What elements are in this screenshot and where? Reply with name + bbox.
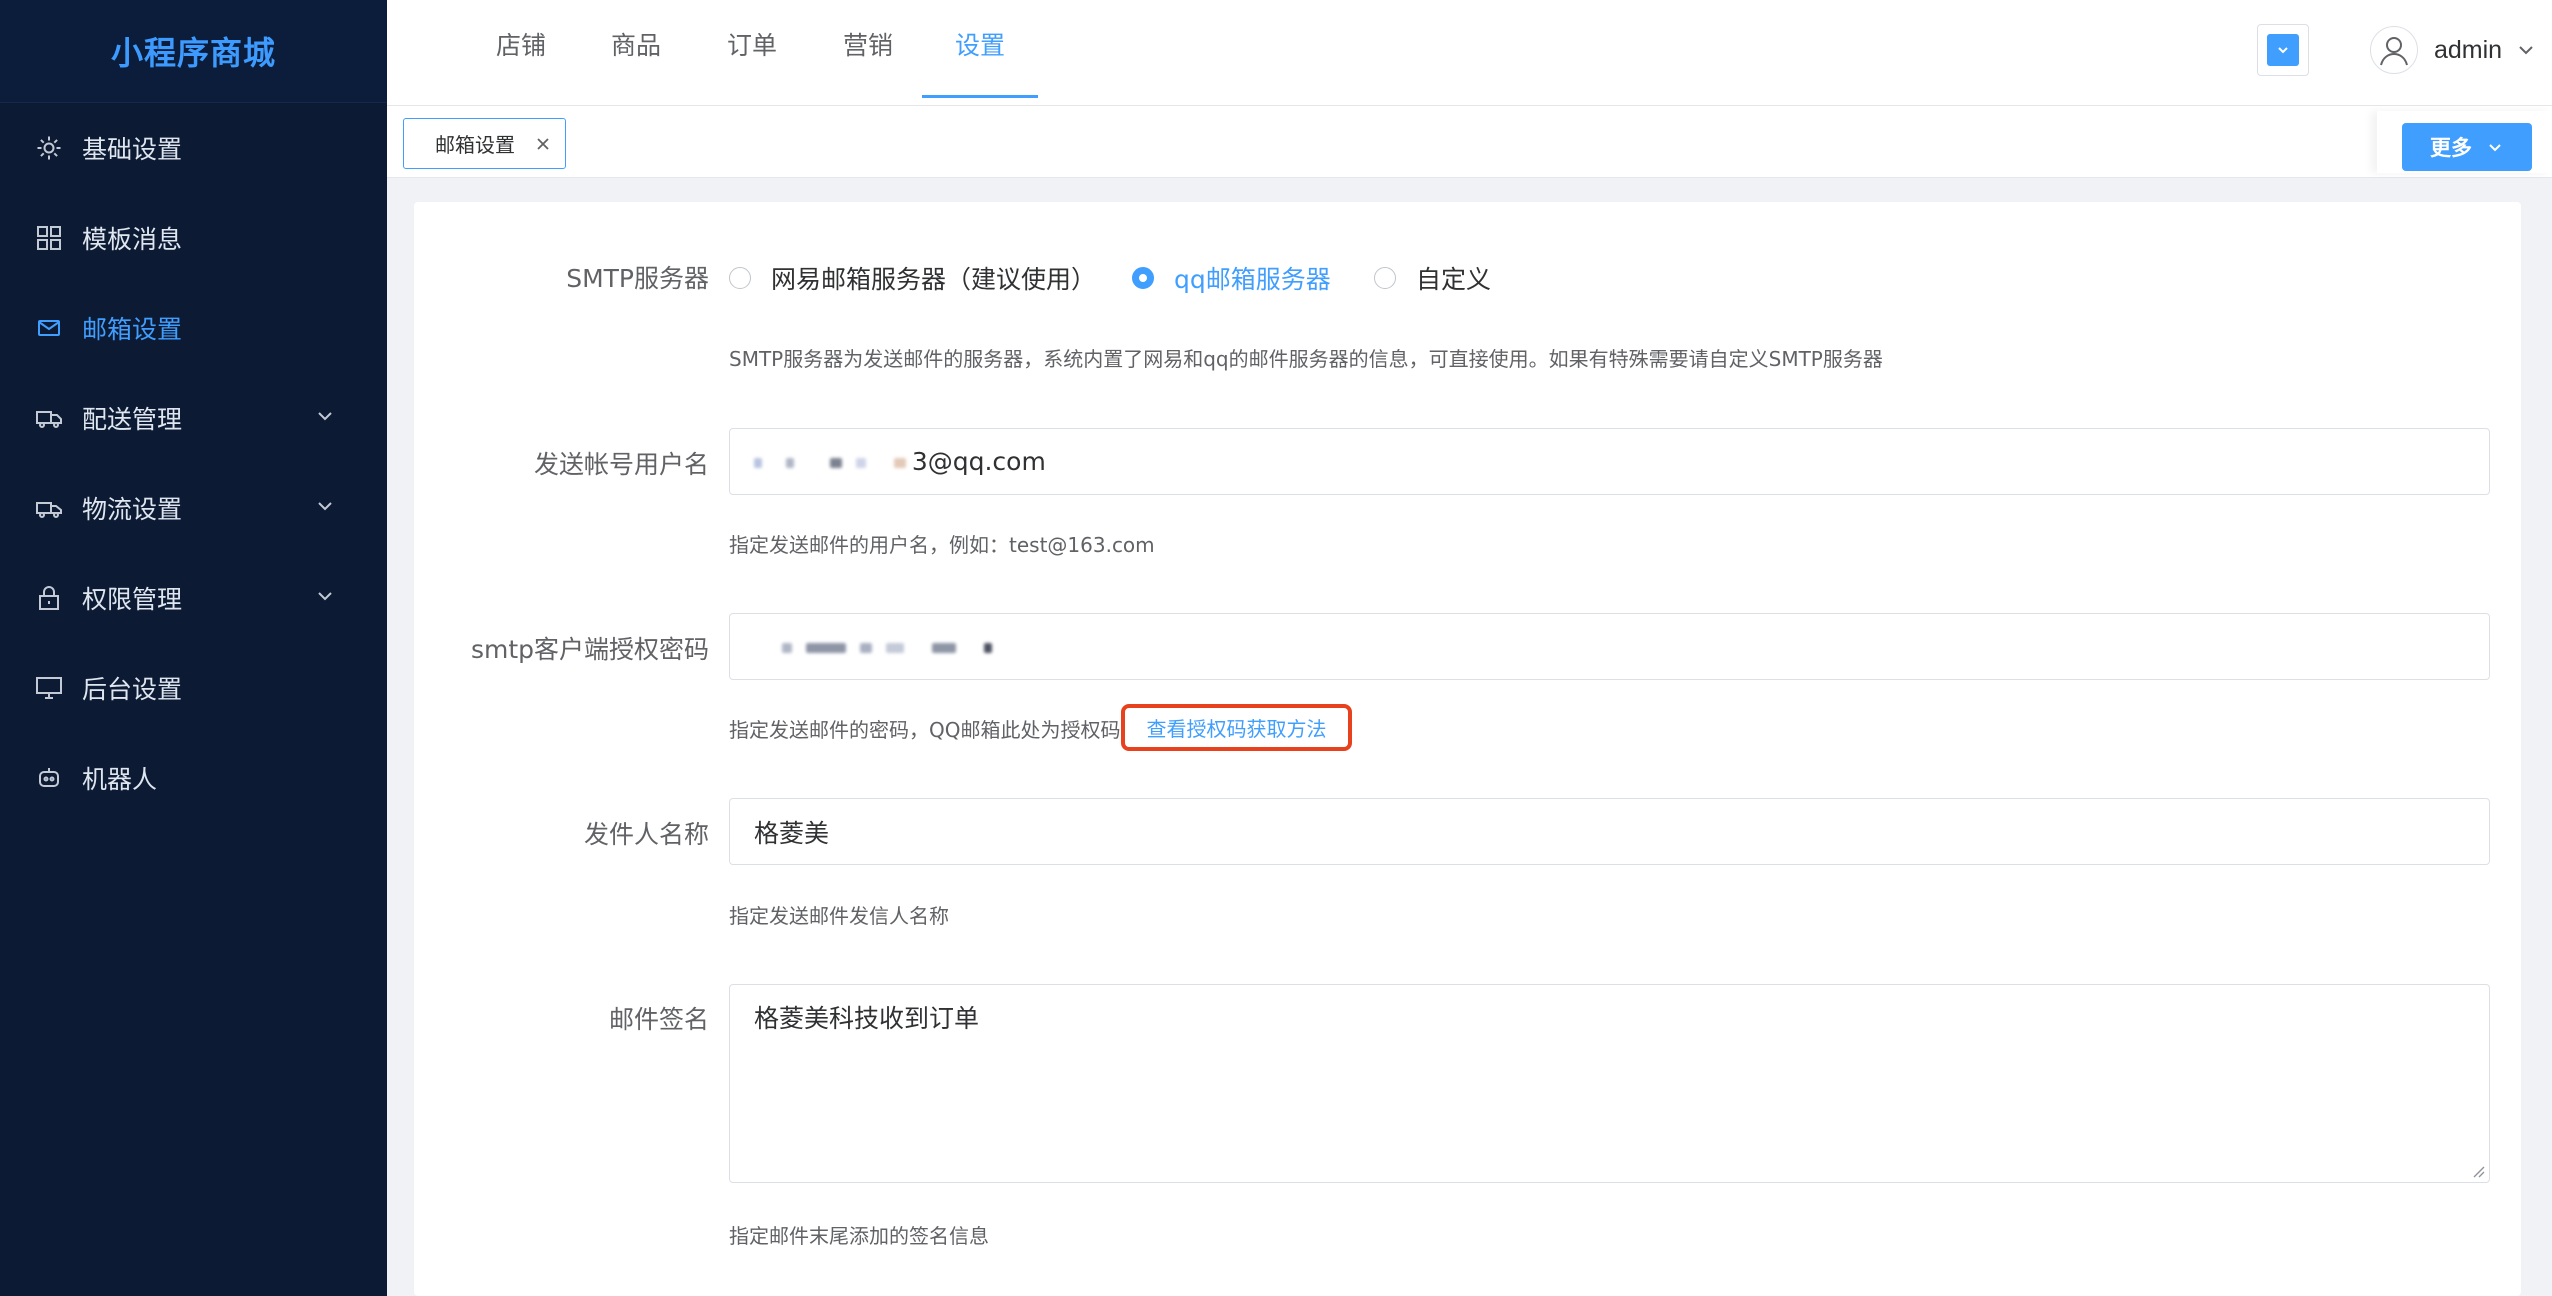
page-tab-mail-settings[interactable]: 邮箱设置 [403, 118, 566, 169]
radio-circle [1374, 267, 1396, 289]
chevron-down-icon [2278, 47, 2288, 54]
more-container: 更多 [2377, 111, 2552, 173]
sender-tip: 指定发送邮件发信人名称 [729, 904, 949, 928]
auth-code-help-link[interactable]: 查看授权码获取方法 [1121, 704, 1352, 751]
radio-label: 自定义 [1416, 265, 1492, 294]
tab-marketing[interactable]: 营销 [838, 0, 898, 98]
radio-custom[interactable]: 自定义 [1374, 260, 1491, 296]
sidebar-item-label: 邮箱设置 [82, 315, 183, 344]
sidebar-item-label: 权限管理 [82, 585, 183, 614]
username-value: 3@qq.com [911, 447, 1046, 476]
truck-icon [34, 493, 64, 523]
sender-label: 发件人名称 [583, 820, 709, 849]
sender-name-field[interactable]: 格菱美 [729, 798, 2490, 865]
username-tip: 指定发送邮件的用户名，例如：test@163.com [729, 533, 1155, 557]
chevron-down-icon [318, 592, 332, 601]
robot-icon [34, 763, 64, 793]
signature-label: 邮件签名 [608, 1005, 709, 1034]
gear-icon [34, 133, 64, 163]
more-button[interactable]: 更多 [2402, 123, 2532, 171]
sidebar-item-label: 基础设置 [82, 135, 183, 164]
signature-tip: 指定邮件末尾添加的签名信息 [729, 1224, 989, 1248]
redacted-text [754, 632, 998, 661]
signature-textarea[interactable]: 格菱美科技收到订单 [729, 984, 2490, 1183]
smtp-label: SMTP服务器 [566, 264, 709, 293]
password-tip: 指定发送邮件的密码，QQ邮箱此处为授权码 [729, 718, 1121, 742]
sidebar-item-mail-settings[interactable]: 邮箱设置 [0, 283, 387, 373]
lock-icon [34, 583, 64, 613]
resize-handle-icon[interactable] [2471, 1164, 2485, 1178]
delivery-icon [34, 403, 64, 433]
signature-value: 格菱美科技收到订单 [754, 1004, 980, 1033]
chevron-down-icon [2486, 138, 2504, 156]
top-header: 店铺 商品 订单 营销 设置 admin [387, 0, 2552, 106]
username: admin [2434, 35, 2503, 64]
grid-icon [34, 223, 64, 253]
password-label: smtp客户端授权密码 [470, 635, 709, 664]
app-logo[interactable]: 小程序商城 [0, 0, 387, 103]
close-icon[interactable] [535, 136, 551, 152]
chevron-down-icon [318, 502, 332, 511]
smtp-tip: SMTP服务器为发送邮件的服务器，系统内置了网易和qq的邮件服务器的信息，可直接… [729, 347, 1883, 371]
tab-products[interactable]: 商品 [606, 0, 666, 98]
username-field[interactable]: 3@qq.com [729, 428, 2490, 495]
tab-orders[interactable]: 订单 [722, 0, 782, 98]
user-avatar-icon [2370, 26, 2418, 74]
radio-qq[interactable]: qq邮箱服务器 [1132, 260, 1331, 296]
chevron-down-icon [318, 412, 332, 421]
mail-icon [34, 313, 64, 343]
chevron-down-icon [2519, 46, 2533, 55]
radio-circle [1132, 267, 1154, 289]
app-logo-text: 小程序商城 [110, 34, 276, 72]
sidebar-item-basic-settings[interactable]: 基础设置 [0, 103, 387, 193]
user-menu[interactable]: admin [2370, 24, 2536, 76]
redacted-text [754, 447, 912, 476]
more-button-label: 更多 [2430, 136, 2472, 160]
sidebar-item-label: 配送管理 [82, 405, 183, 434]
tab-settings[interactable]: 设置 [922, 0, 1038, 98]
monitor-icon [34, 673, 64, 703]
page-tabs-bar: 邮箱设置 更多 [387, 106, 2552, 178]
password-field[interactable] [729, 613, 2490, 680]
sidebar-item-label: 物流设置 [82, 495, 183, 524]
sidebar-item-label: 后台设置 [82, 675, 183, 704]
username-label: 发送帐号用户名 [533, 450, 709, 479]
radio-netease[interactable]: 网易邮箱服务器（建议使用） [729, 260, 1096, 296]
sidebar-item-label: 模板消息 [82, 225, 183, 254]
page-tab-label: 邮箱设置 [435, 133, 515, 157]
dropdown-button[interactable] [2257, 24, 2309, 76]
tab-store[interactable]: 店铺 [491, 0, 551, 98]
sidebar-item-robot[interactable]: 机器人 [0, 733, 387, 823]
radio-circle [729, 267, 751, 289]
radio-label: 网易邮箱服务器（建议使用） [771, 265, 1097, 294]
sidebar-item-label: 机器人 [82, 765, 158, 794]
radio-label: qq邮箱服务器 [1174, 265, 1331, 294]
